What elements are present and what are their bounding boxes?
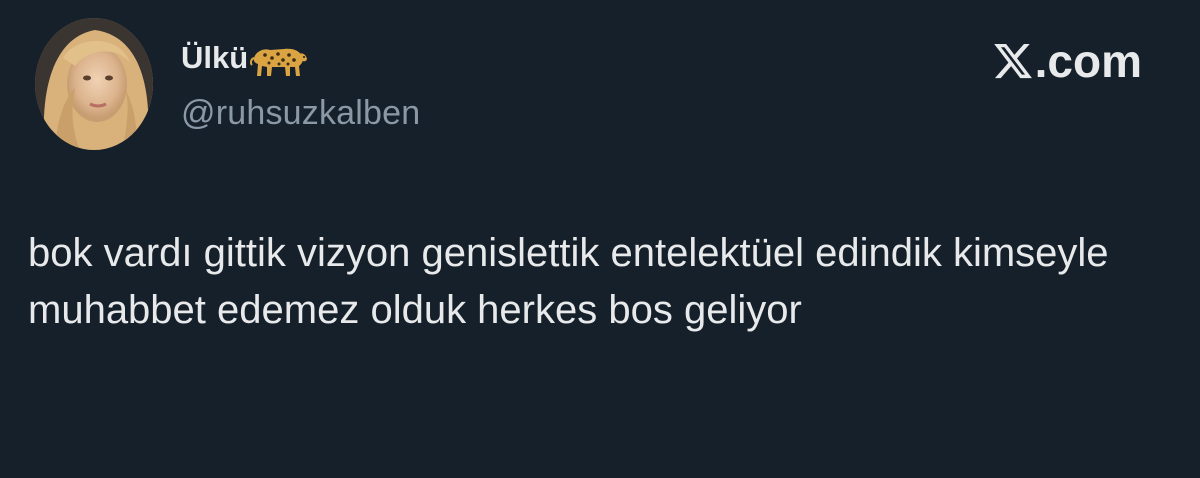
tweet-card: Ülkü @ruhsuzkalben .com bok vardı gittik… xyxy=(0,0,1200,478)
author-handle[interactable]: @ruhsuzkalben xyxy=(181,94,420,133)
x-logo-icon xyxy=(993,43,1032,79)
leopard-icon xyxy=(250,48,308,76)
author-display-name[interactable]: Ülkü xyxy=(181,36,308,80)
brand-logo: .com xyxy=(992,34,1142,88)
display-name-text: Ülkü xyxy=(181,40,249,75)
brand-suffix: .com xyxy=(1034,35,1142,87)
tweet-text: bok vardı gittik vizyon genislettik ente… xyxy=(28,231,1109,332)
avatar[interactable] xyxy=(35,18,153,150)
